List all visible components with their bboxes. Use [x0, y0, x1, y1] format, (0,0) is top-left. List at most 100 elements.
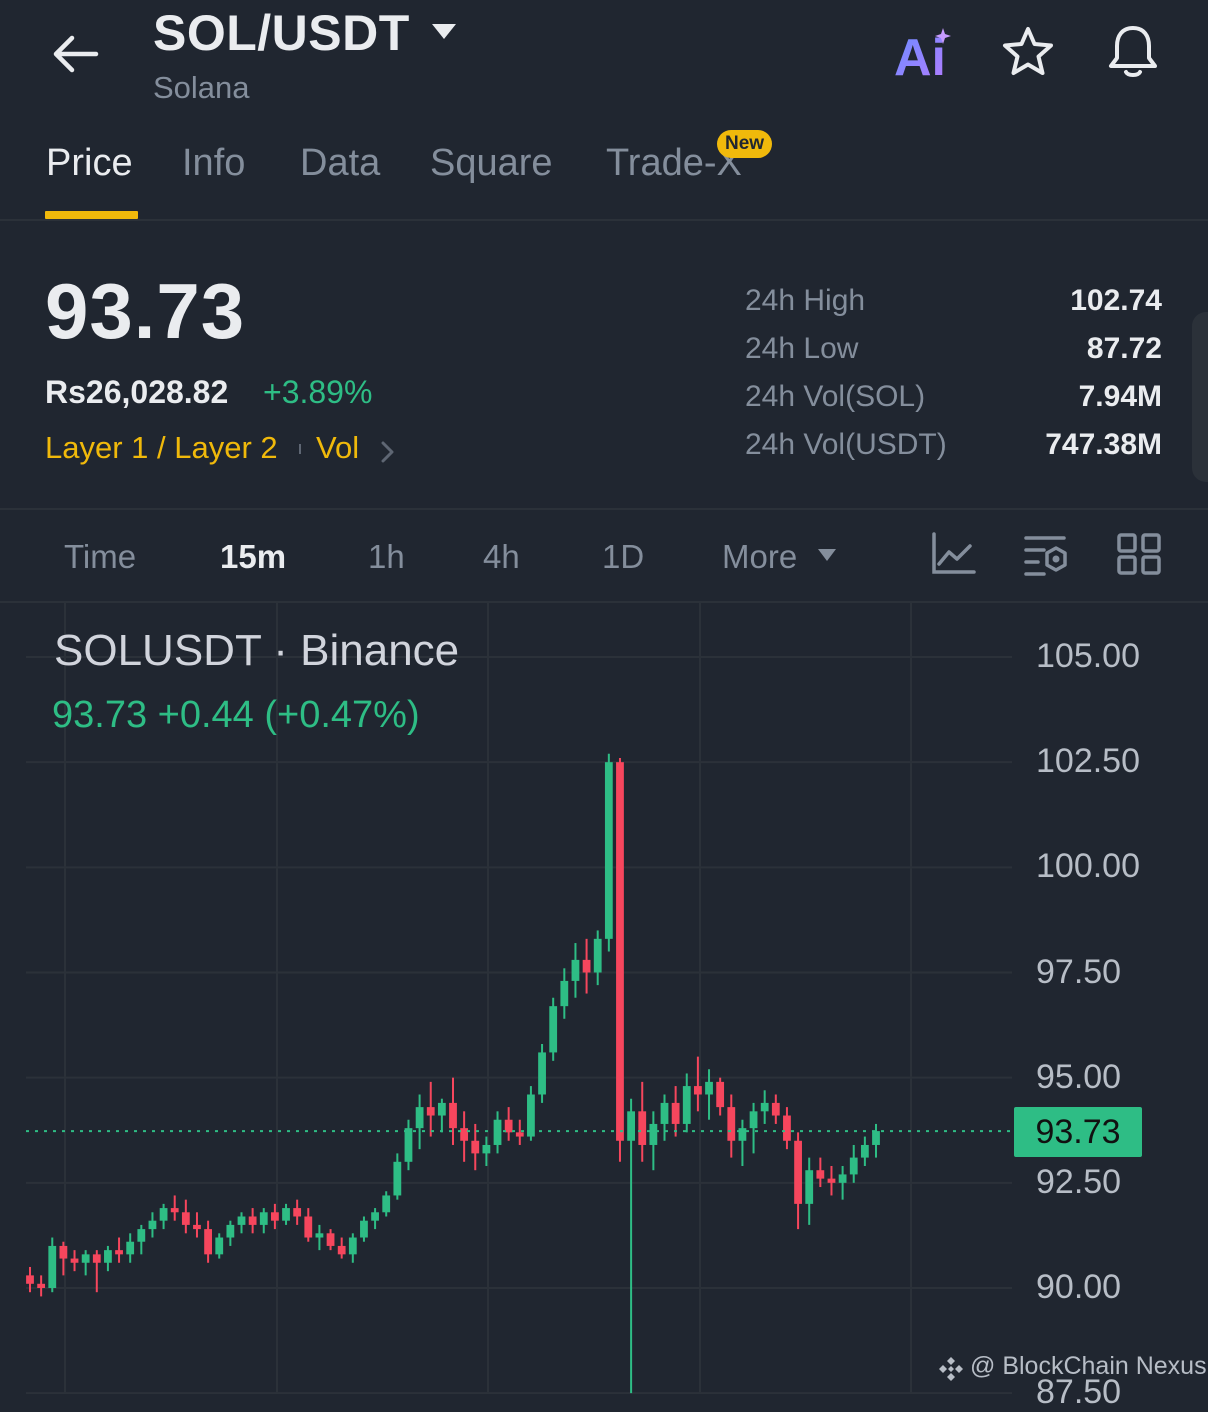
tabs-divider	[0, 219, 1208, 221]
candle-body	[638, 1111, 647, 1145]
candle-down	[170, 1195, 179, 1221]
candle-down	[92, 1250, 101, 1293]
candle-down	[426, 1081, 435, 1137]
candle-body	[493, 1119, 502, 1145]
candle-body	[193, 1224, 201, 1230]
tab-data[interactable]: Data	[300, 142, 380, 185]
candle-body	[860, 1144, 869, 1158]
candle-body	[404, 1128, 413, 1162]
candle-body	[181, 1212, 190, 1225]
candle-body	[81, 1254, 90, 1263]
candle-body	[482, 1144, 491, 1154]
tab-info[interactable]: Info	[182, 142, 245, 185]
active-tab-indicator	[45, 211, 138, 219]
candle-up	[760, 1090, 769, 1124]
candle-body	[348, 1237, 357, 1255]
candle-body	[170, 1208, 179, 1213]
candle-body	[727, 1107, 736, 1141]
watermark: @ BlockChain Nexus	[970, 1352, 1207, 1380]
candle-down	[449, 1077, 457, 1145]
candle-body	[393, 1161, 402, 1196]
back-arrow-icon[interactable]	[48, 26, 104, 82]
favorite-star-icon[interactable]	[1000, 24, 1056, 80]
tab-price[interactable]: Price	[46, 142, 133, 185]
candle-body	[360, 1220, 368, 1238]
candle-up	[738, 1119, 747, 1167]
candle-up	[627, 1098, 636, 1394]
ai-assistant-icon[interactable]: Ai	[892, 28, 956, 80]
candle-up	[137, 1224, 146, 1255]
candle-down	[460, 1111, 469, 1162]
chart-quote: 93.73 +0.44 (+0.47%)	[52, 694, 420, 736]
grid-layout-icon[interactable]	[1116, 530, 1162, 578]
candle-up	[126, 1233, 135, 1263]
candle-down	[204, 1220, 213, 1263]
candle-down	[59, 1241, 68, 1276]
candle-body	[293, 1208, 302, 1217]
y-tick-label: 90.00	[1036, 1268, 1122, 1306]
candle-body	[616, 762, 624, 1141]
candle-down	[337, 1237, 346, 1259]
candle-up	[148, 1212, 157, 1238]
candle-up	[860, 1136, 869, 1167]
candle-body	[382, 1195, 391, 1213]
new-badge: New	[717, 130, 773, 158]
candle-body	[827, 1178, 836, 1183]
candle-down	[70, 1250, 79, 1272]
candle-up	[371, 1208, 379, 1230]
candle-body	[415, 1107, 424, 1129]
candle-up	[226, 1220, 235, 1246]
candle-body	[771, 1102, 780, 1116]
last-price-tag: 93.73	[1014, 1107, 1142, 1157]
candle-body	[593, 938, 602, 973]
candle-down	[671, 1086, 680, 1137]
chevron-right-icon[interactable]	[380, 440, 396, 464]
interval-1d[interactable]: 1D	[602, 538, 644, 576]
candle-down	[716, 1077, 725, 1116]
candle-body	[816, 1170, 825, 1179]
candle-body	[649, 1123, 658, 1145]
pair-dropdown-caret-icon[interactable]	[431, 22, 457, 40]
candle-body	[226, 1224, 235, 1238]
more-dropdown-caret-icon[interactable]	[817, 548, 837, 562]
y-tick-label: 97.50	[1036, 952, 1122, 991]
side-drawer-handle[interactable]	[1192, 312, 1208, 482]
candle-up	[259, 1208, 268, 1234]
tab-square[interactable]: Square	[430, 142, 553, 185]
indicator-settings-icon[interactable]	[1024, 530, 1070, 578]
interval-time[interactable]: Time	[64, 538, 136, 576]
interval-15m[interactable]: 15m	[220, 538, 286, 576]
binance-logo-icon	[939, 1357, 963, 1381]
line-chart-icon[interactable]	[930, 530, 976, 578]
candle-body	[460, 1128, 469, 1141]
interval-more[interactable]: More	[722, 538, 797, 576]
candle-body	[560, 980, 569, 1007]
interval-1h[interactable]: 1h	[368, 538, 405, 576]
candle-body	[872, 1131, 880, 1145]
candle-body	[705, 1081, 713, 1095]
pair-title[interactable]: SOL/USDT	[153, 4, 410, 62]
candle-up	[593, 930, 602, 986]
candle-body	[849, 1157, 858, 1175]
candle-body	[515, 1132, 524, 1137]
candle-body	[549, 1006, 558, 1053]
candle-body	[48, 1245, 57, 1288]
candle-down	[515, 1119, 524, 1145]
candle-up	[560, 968, 569, 1019]
tag-divider	[299, 444, 301, 454]
candle-body	[783, 1115, 791, 1141]
candle-up	[749, 1102, 758, 1154]
stat-24h-vol-usdt-value: 747.38M	[1045, 428, 1162, 461]
chart-grid-horizontal	[26, 656, 1012, 1394]
interval-4h[interactable]: 4h	[483, 538, 520, 576]
candle-body	[104, 1250, 112, 1263]
candle-up	[482, 1136, 491, 1167]
fiat-price: Rs26,028.82	[45, 374, 229, 410]
stat-24h-vol-sol-value: 7.94M	[1078, 380, 1162, 413]
candle-body	[604, 762, 613, 939]
candle-up	[81, 1250, 90, 1276]
category-tag[interactable]: Layer 1 / Layer 2	[45, 430, 278, 466]
price-alert-bell-icon[interactable]	[1104, 22, 1162, 80]
candle-down	[504, 1107, 513, 1141]
vol-tag[interactable]: Vol	[316, 430, 359, 466]
